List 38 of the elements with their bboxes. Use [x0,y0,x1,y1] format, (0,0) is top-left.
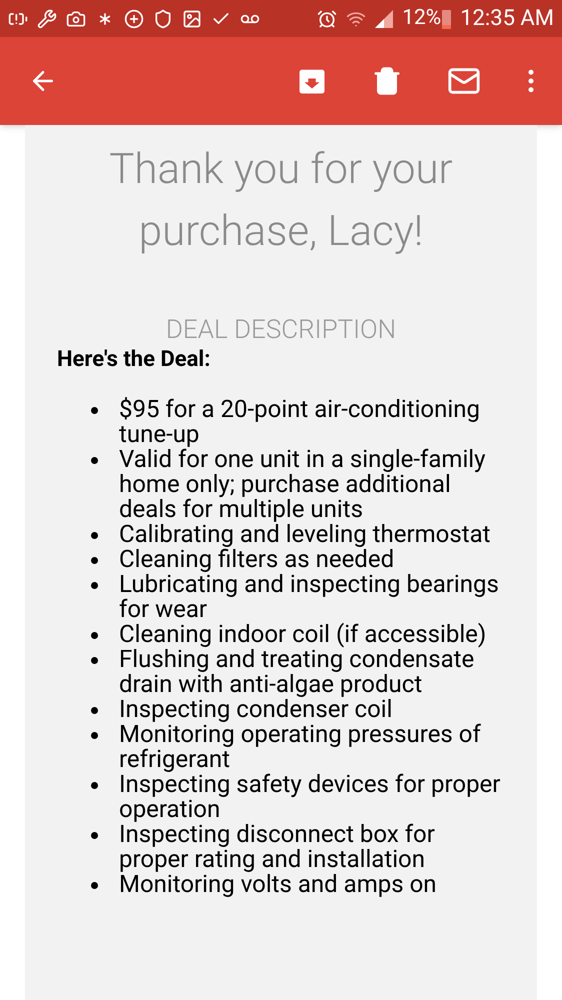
wrench-icon [37,8,57,28]
list-item: Calibrating and leveling thermostat [119,522,490,547]
list-item: Cleaning indoor coil (if accessible) [119,622,486,647]
battery-percent: 12% [402,4,442,32]
clock-time: 12:35 AM [460,5,554,33]
bullet-icon [91,582,98,589]
trash-icon[interactable] [372,66,402,96]
list-item: Monitoring volts and amps on [119,872,437,897]
bullet-icon [91,832,98,839]
list-item: Inspecting condenser coil [119,697,392,722]
bullet-icon [91,782,98,789]
plus-icon [124,8,144,28]
email-title: Thank you for your purchase, Lacy! [108,144,454,258]
image-icon [182,8,202,28]
list-item: $95 for a 20-point air-conditioning tune-up [119,397,481,447]
bullet-icon [91,657,98,664]
list-item: Valid for one unit in a single-family home only; purchase additional deals for multiple units [119,447,486,522]
alarm-clock-icon [317,8,338,28]
battery-icon [442,8,452,28]
bullet-icon [91,557,98,564]
list-item: Inspecting safety devices for proper operation [119,772,502,822]
bullet-icon [91,732,98,739]
camera-icon [66,8,86,28]
list-item: Lubricating and inspecting bearings for wear [119,572,500,622]
list-item: Inspecting disconnect box for proper rating and installation [119,822,436,872]
bullet-icon [91,632,98,639]
shield-icon [153,8,173,28]
section-heading: DEAL DESCRIPTION [164,315,398,345]
bullet-icon [91,407,98,414]
deal-heading: Here's the Deal: [57,346,212,374]
bullet-icon [91,707,98,714]
list-item: Cleaning filters as needed [119,547,394,572]
bullet-icon [91,532,98,539]
bullet-icon [91,882,98,889]
bullet-icon [91,457,98,464]
signal-icon [375,10,394,28]
list-item: Monitoring operating pressures of refrigerant [119,722,482,772]
list-item: Flushing and treating condensate drain with anti-algae product [119,647,474,697]
